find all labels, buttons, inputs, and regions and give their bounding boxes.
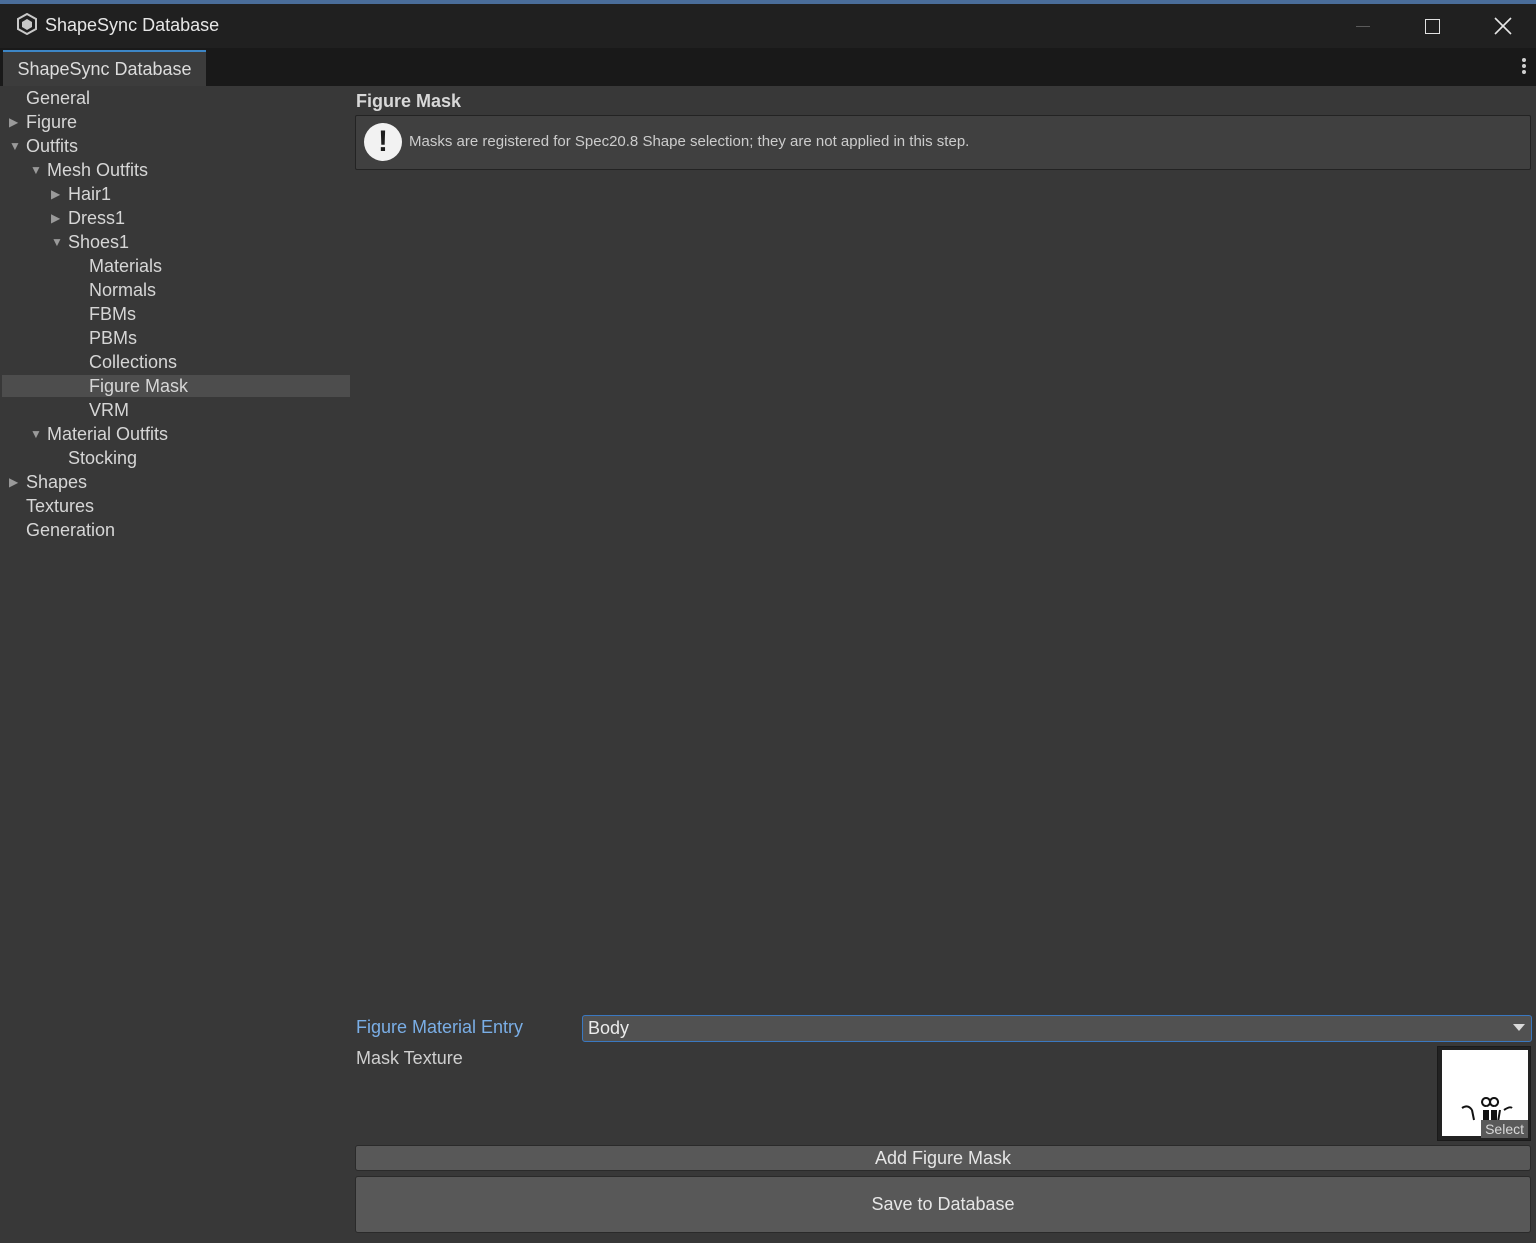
tree-item-outfits[interactable]: ▼ Outfits [2, 135, 350, 157]
tree-item-shoes1[interactable]: ▼ Shoes1 [2, 231, 350, 253]
tree-item-label: Collections [89, 352, 178, 372]
tree-item-label: Shoes1 [68, 232, 130, 252]
chevron-down-icon [1513, 1024, 1525, 1031]
collapse-arrow-icon[interactable]: ▼ [30, 423, 42, 445]
expand-arrow-icon[interactable]: ▶ [9, 111, 18, 133]
save-to-database-button[interactable]: Save to Database [355, 1176, 1531, 1233]
help-text: Masks are registered for Spec20.8 Shape … [409, 133, 970, 150]
mask-texture-label: Mask Texture [356, 1048, 463, 1068]
tree-item-label: Materials [89, 256, 163, 276]
tree-item-label: Outfits [26, 136, 79, 156]
tree-item-label: FBMs [89, 304, 136, 324]
info-helpbox: ! Masks are registered for Spec20.8 Shap… [355, 115, 1531, 170]
close-button[interactable] [1468, 4, 1536, 48]
tree-item-label: Figure Mask [89, 376, 189, 396]
figure-material-dropdown[interactable]: Body [582, 1015, 1532, 1042]
collapse-arrow-icon[interactable]: ▼ [9, 135, 21, 157]
mask-texture-field[interactable]: Select [1437, 1046, 1531, 1141]
warning-icon: ! [364, 123, 402, 161]
dropdown-value: Body [588, 1018, 630, 1038]
tree-item-label: PBMs [89, 328, 138, 348]
tree-item-fbms[interactable]: FBMs [2, 303, 350, 325]
tree-item-figure[interactable]: ▶ Figure [2, 111, 350, 133]
minimize-icon [1356, 25, 1370, 27]
tree-item-pbms[interactable]: PBMs [2, 327, 350, 349]
maximize-button[interactable] [1397, 4, 1467, 48]
collapse-arrow-icon[interactable]: ▼ [51, 231, 63, 253]
tree-item-label: Normals [89, 280, 157, 300]
editor-tabbar: ShapeSync Database [0, 48, 1536, 86]
section-title: Figure Mask [356, 91, 462, 111]
tree-item-shapes[interactable]: ▶ Shapes [2, 471, 350, 493]
tree-item-label: General [26, 88, 91, 108]
tree-item-figure-mask[interactable]: Figure Mask [2, 375, 350, 397]
tree-item-generation[interactable]: Generation [2, 519, 350, 541]
tree-item-material-outfits[interactable]: ▼ Material Outfits [2, 423, 350, 445]
main-panel: Figure Mask ! Masks are registered for S… [350, 86, 1536, 1243]
expand-arrow-icon[interactable]: ▶ [51, 183, 60, 205]
maximize-icon [1424, 18, 1440, 34]
tree-item-label: Shapes [26, 472, 88, 492]
close-icon [1494, 17, 1512, 35]
add-figure-mask-button[interactable]: Add Figure Mask [355, 1145, 1531, 1171]
window-titlebar: ShapeSync Database [0, 0, 1536, 48]
tree-item-dress1[interactable]: ▶ Dress1 [2, 207, 350, 229]
tree-item-label: Dress1 [68, 208, 126, 228]
tree-item-vrm[interactable]: VRM [2, 399, 350, 421]
tree-item-label: Mesh Outfits [47, 160, 149, 180]
expand-arrow-icon[interactable]: ▶ [51, 207, 60, 229]
tab-shapesync-database[interactable]: ShapeSync Database [3, 50, 206, 86]
tree-item-label: Generation [26, 520, 116, 540]
window-title: ShapeSync Database [45, 15, 220, 35]
tree-item-label: Hair1 [68, 184, 112, 204]
sidebar-tree: General ▶ Figure ▼ Outfits ▼ Mesh Outfit… [0, 86, 350, 1243]
tree-item-mesh-outfits[interactable]: ▼ Mesh Outfits [2, 159, 350, 181]
tree-item-label: Material Outfits [47, 424, 169, 444]
unity-app-icon [17, 13, 37, 35]
tree-item-general[interactable]: General [2, 87, 350, 109]
tree-item-normals[interactable]: Normals [2, 279, 350, 301]
tree-item-materials[interactable]: Materials [2, 255, 350, 277]
tree-item-label: Textures [26, 496, 95, 516]
select-button[interactable]: Select [1481, 1120, 1528, 1138]
tree-item-collections[interactable]: Collections [2, 351, 350, 373]
tree-item-label: VRM [89, 400, 129, 420]
tree-item-label: Figure [26, 112, 78, 132]
tree-item-label: Stocking [68, 448, 138, 468]
tree-item-stocking[interactable]: Stocking [2, 447, 350, 469]
tree-item-hair1[interactable]: ▶ Hair1 [2, 183, 350, 205]
expand-arrow-icon[interactable]: ▶ [9, 471, 18, 493]
minimize-button[interactable] [1328, 4, 1398, 48]
more-options-icon[interactable] [1522, 58, 1526, 76]
collapse-arrow-icon[interactable]: ▼ [30, 159, 42, 181]
figure-material-entry-label: Figure Material Entry [356, 1017, 524, 1037]
tree-item-textures[interactable]: Textures [2, 495, 350, 517]
